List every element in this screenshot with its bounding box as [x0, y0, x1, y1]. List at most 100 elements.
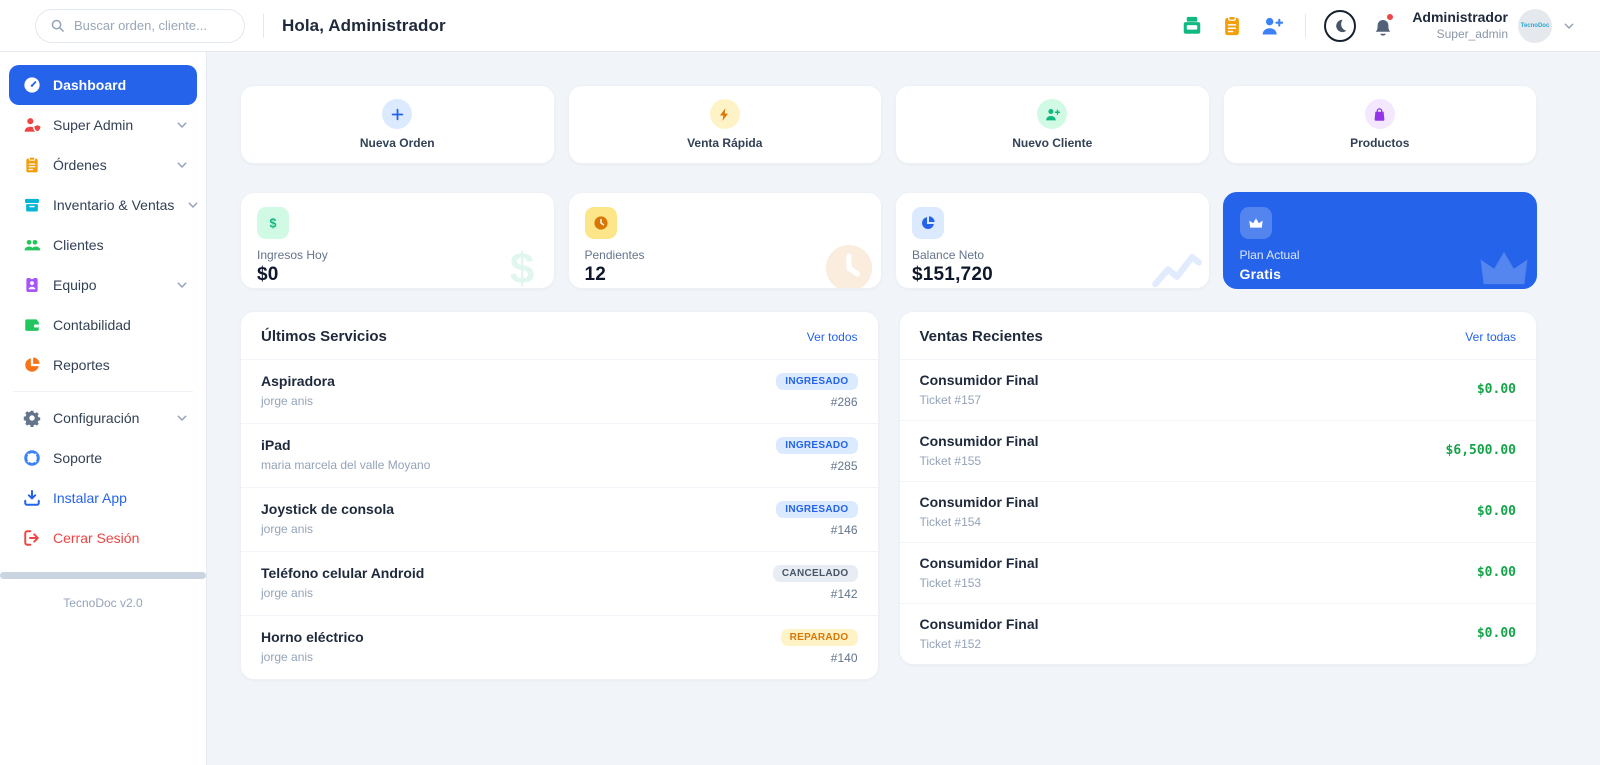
topbar-quick-action-button[interactable]	[1261, 15, 1284, 37]
service-client: maria marcela del valle Moyano	[261, 458, 431, 472]
stat-watermark	[1149, 240, 1205, 288]
sale-amount: $0.00	[1476, 382, 1516, 397]
id-badge-icon	[23, 276, 41, 294]
quick-action-label: Nuevo Cliente	[1012, 136, 1093, 150]
topbar-quick-action-button[interactable]	[1221, 15, 1243, 37]
panels-row: Últimos Servicios Ver todos Aspiradora j…	[240, 311, 1537, 680]
user-menu[interactable]: Administrador Super_admin TecnoDoc	[1412, 8, 1576, 43]
chevron-down-icon	[175, 118, 189, 132]
quick-action-label: Venta Rápida	[687, 136, 763, 150]
service-client: jorge anis	[261, 522, 314, 536]
status-badge: INGRESADO	[776, 373, 858, 390]
sale-ticket: Ticket #153	[919, 576, 982, 590]
sidebar-item[interactable]: Contabilidad	[9, 305, 197, 345]
avatar-logo: TecnoDoc	[1520, 22, 1550, 29]
service-row[interactable]: Teléfono celular Android jorge anis CANC…	[241, 552, 878, 616]
moon-icon	[1333, 18, 1348, 33]
theme-toggle-button[interactable]	[1324, 9, 1357, 42]
sidebar-item-label: Contabilidad	[53, 317, 131, 333]
recent-sales-panel: Ventas Recientes Ver todas Consumidor Fi…	[898, 311, 1537, 665]
topbar-divider	[1305, 13, 1307, 38]
sidebar-item[interactable]: Dashboard	[9, 65, 197, 105]
page-greeting: Hola, Administrador	[282, 15, 446, 35]
topbar-quick-action-button[interactable]	[1181, 15, 1203, 37]
status-badge: REPARADO	[780, 629, 858, 646]
service-device: Teléfono celular Android	[261, 565, 425, 581]
users-icon	[23, 236, 41, 254]
sale-ticket: Ticket #157	[919, 393, 982, 407]
sidebar-scrollbar[interactable]	[0, 572, 206, 579]
sidebar-item[interactable]: Cerrar Sesión	[9, 518, 197, 558]
stat-card: $ Ingresos Hoy $0 $	[240, 192, 555, 289]
user-name: Administrador	[1412, 9, 1508, 26]
avatar[interactable]: TecnoDoc	[1518, 8, 1552, 43]
sidebar-item[interactable]: Instalar App	[9, 478, 197, 518]
sidebar-item-label: Configuración	[53, 410, 140, 426]
sale-client: Consumidor Final	[919, 494, 1039, 510]
sidebar-item-label: Soporte	[53, 450, 103, 466]
sidebar-item[interactable]: Configuración	[9, 398, 197, 438]
sidebar-item-label: Reportes	[53, 357, 110, 373]
bolt-icon	[717, 107, 732, 122]
sidebar-item-label: Equipo	[53, 277, 97, 293]
status-badge: INGRESADO	[776, 501, 858, 518]
sale-client: Consumidor Final	[919, 555, 1039, 571]
quick-actions-row: Nueva Orden Venta Rápida Nuevo Cliente P…	[240, 85, 1537, 164]
gear-icon	[23, 409, 41, 427]
gauge-icon	[23, 76, 41, 94]
sale-row[interactable]: Consumidor Final Ticket #152 $0.00	[900, 604, 1537, 664]
sale-row[interactable]: Consumidor Final Ticket #153 $0.00	[899, 543, 1536, 604]
service-client: jorge anis	[261, 650, 314, 664]
sidebar-item[interactable]: Reportes	[9, 345, 197, 385]
pie-icon	[23, 356, 41, 374]
sale-client: Consumidor Final	[919, 372, 1039, 388]
clipboard-icon	[23, 156, 41, 174]
chevron-down-icon	[175, 411, 189, 425]
sale-row[interactable]: Consumidor Final Ticket #157 $0.00	[899, 360, 1536, 421]
wallet-icon	[23, 316, 41, 334]
service-row[interactable]: Horno eléctrico jorge anis REPARADO #140	[241, 616, 878, 679]
sidebar-item[interactable]: Inventario & Ventas	[9, 185, 198, 225]
life-ring-icon	[23, 449, 41, 467]
service-row[interactable]: Aspiradora jorge anis INGRESADO #286	[241, 360, 878, 424]
services-view-all-link[interactable]: Ver todos	[807, 330, 858, 344]
service-order-number: #286	[830, 395, 858, 409]
sidebar-nav: Dashboard Super Admin Órdenes Inventario…	[9, 65, 198, 558]
service-device: Aspiradora	[261, 373, 335, 389]
service-row[interactable]: Joystick de consola jorge anis INGRESADO…	[241, 488, 878, 552]
search-box[interactable]	[35, 8, 245, 43]
plus-icon	[390, 107, 405, 122]
quick-action-card[interactable]: Productos	[1222, 85, 1537, 164]
stat-card: Plan Actual Gratis	[1222, 192, 1537, 289]
sidebar-item[interactable]: Equipo	[9, 265, 197, 305]
latest-services-panel: Últimos Servicios Ver todos Aspiradora j…	[240, 311, 879, 680]
quick-action-label: Productos	[1350, 136, 1410, 150]
sidebar-divider	[13, 391, 193, 392]
sidebar-item[interactable]: Órdenes	[9, 145, 197, 185]
service-row[interactable]: iPad maria marcela del valle Moyano INGR…	[241, 424, 878, 488]
sidebar-item[interactable]: Soporte	[9, 438, 197, 478]
sale-ticket: Ticket #154	[919, 515, 982, 529]
notifications-button[interactable]	[1372, 12, 1395, 37]
sale-amount: $0.00	[1476, 626, 1516, 641]
bag-icon	[1372, 107, 1387, 122]
quick-action-card[interactable]: Venta Rápida	[567, 85, 882, 164]
sales-view-all-link[interactable]: Ver todas	[1465, 330, 1516, 344]
quick-action-card[interactable]: Nueva Orden	[240, 85, 555, 164]
sale-row[interactable]: Consumidor Final Ticket #154 $0.00	[899, 482, 1536, 543]
service-client: jorge anis	[261, 394, 314, 408]
service-client: jorge anis	[261, 586, 314, 600]
status-badge: CANCELADO	[772, 565, 858, 582]
stat-card: Balance Neto $151,720	[895, 192, 1210, 289]
service-device: iPad	[261, 437, 291, 453]
sidebar-item[interactable]: Super Admin	[9, 105, 197, 145]
search-input[interactable]	[74, 18, 230, 33]
crown-icon	[1248, 215, 1264, 231]
clipboard-icon	[1221, 15, 1243, 37]
stat-card: Pendientes 12	[567, 192, 882, 289]
sidebar-item-label: Super Admin	[53, 117, 134, 133]
cash-register-icon	[1181, 15, 1203, 37]
sale-row[interactable]: Consumidor Final Ticket #155 $6,500.00	[899, 421, 1536, 482]
quick-action-card[interactable]: Nuevo Cliente	[895, 85, 1210, 164]
sidebar-item[interactable]: Clientes	[9, 225, 197, 265]
